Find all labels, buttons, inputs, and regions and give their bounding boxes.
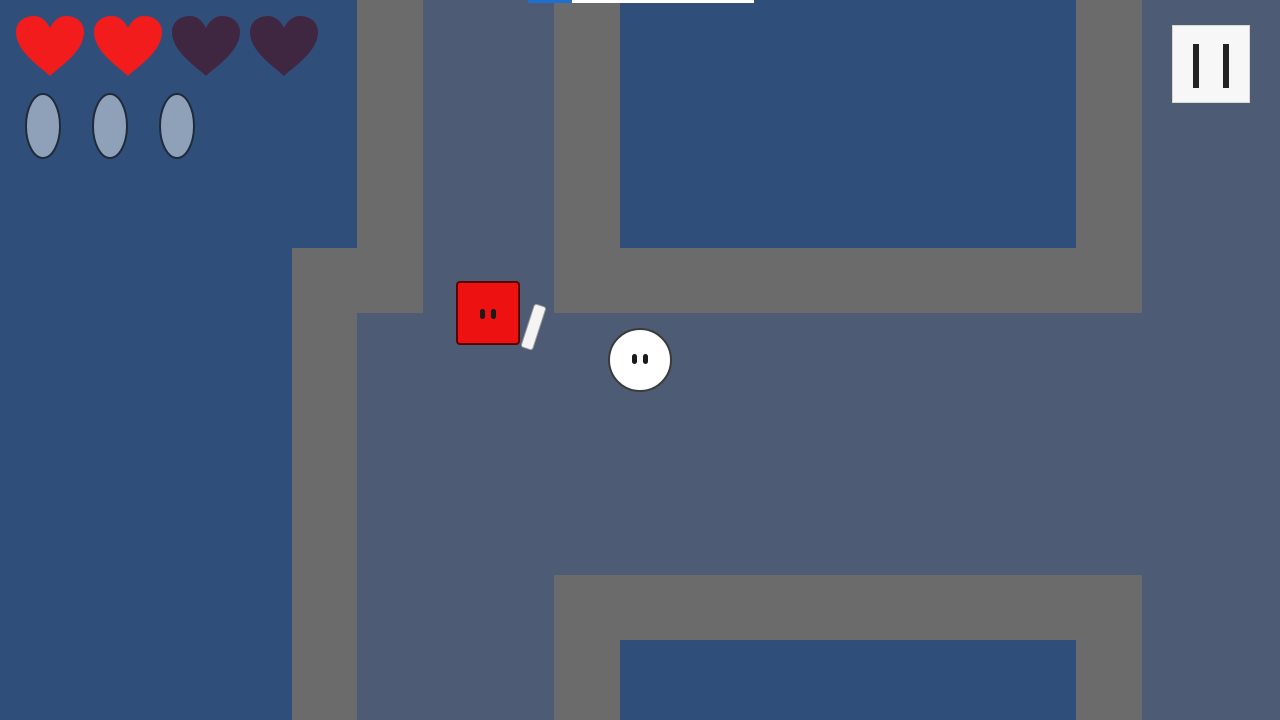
void-room-bottom bbox=[620, 640, 1076, 720]
heart-icon bbox=[14, 14, 86, 78]
ammo-oval-icon bbox=[158, 92, 196, 160]
ammo-oval-icon bbox=[24, 92, 62, 160]
ammo-display bbox=[24, 92, 214, 162]
wall-room-top-bottom bbox=[554, 248, 1142, 313]
player-eye-right bbox=[491, 309, 496, 319]
wall-room-bottom-left bbox=[554, 575, 620, 720]
pause-button[interactable] bbox=[1172, 25, 1250, 103]
enemy-character bbox=[608, 328, 672, 392]
void-room-top bbox=[620, 0, 1076, 248]
game-stage[interactable] bbox=[0, 0, 1280, 720]
wall-room-bottom-top bbox=[554, 575, 1142, 640]
wall-left-lower bbox=[292, 248, 357, 720]
right-floor-strip bbox=[1142, 0, 1280, 720]
lives-display bbox=[14, 14, 334, 78]
pause-icon bbox=[1223, 44, 1229, 88]
pause-icon bbox=[1193, 44, 1199, 88]
player-character bbox=[456, 281, 520, 345]
heart-icon bbox=[170, 14, 242, 78]
wall-room-bottom-right bbox=[1076, 575, 1142, 720]
player-eye-left bbox=[480, 309, 485, 319]
top-indicator-accent bbox=[528, 0, 572, 3]
enemy-eye-left bbox=[632, 354, 637, 364]
enemy-eye-right bbox=[643, 354, 648, 364]
heart-icon bbox=[92, 14, 164, 78]
ammo-oval-icon bbox=[91, 92, 129, 160]
heart-icon bbox=[248, 14, 320, 78]
